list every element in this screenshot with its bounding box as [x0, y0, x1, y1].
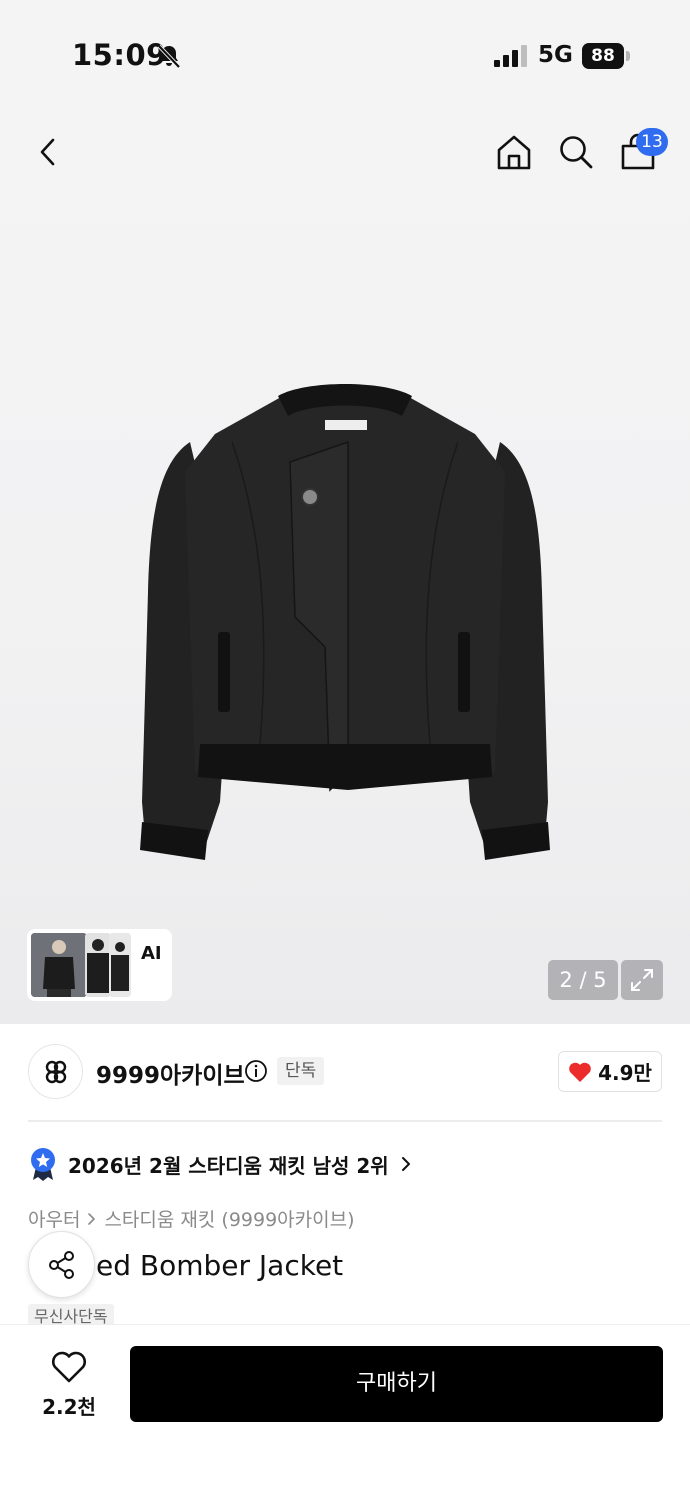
image-counter: 2 / 5	[548, 960, 618, 1000]
info-icon[interactable]	[244, 1059, 268, 1083]
ai-styling-card[interactable]: AI	[27, 929, 172, 1001]
ai-thumbnail	[109, 933, 131, 997]
status-bar: 15:09 5G 88	[0, 0, 690, 110]
brand-like-count: 4.9만	[598, 1061, 652, 1085]
brand-row: 9999아카이브 단독 4.9만	[0, 1040, 690, 1106]
home-icon	[497, 135, 531, 170]
ai-label: AI	[141, 943, 162, 964]
top-nav	[0, 120, 690, 184]
bell-slash-icon	[157, 44, 181, 69]
search-button[interactable]	[552, 128, 600, 176]
ranking-text: 2026년 2월 스타디움 재킷 남성 2위	[68, 1153, 389, 1178]
product-gallery[interactable]: 15:09 5G 88 13 AI 2 / 5	[0, 0, 690, 1024]
expand-button[interactable]	[621, 960, 663, 1000]
home-button[interactable]	[490, 128, 538, 176]
product-title-text: ed Bomber Jacket	[96, 1249, 344, 1282]
chevron-right-icon	[169, 971, 172, 989]
share-button[interactable]	[28, 1231, 95, 1298]
heart-icon	[569, 1062, 591, 1082]
ai-thumbnail	[31, 933, 87, 997]
chevron-right-icon	[88, 1212, 96, 1225]
cart-count-badge: 13	[636, 128, 668, 156]
signal-icon	[494, 45, 527, 67]
breadcrumb-category[interactable]: 아우터	[28, 1205, 80, 1232]
share-icon	[48, 1250, 74, 1279]
brand-logo[interactable]	[28, 1044, 83, 1099]
search-icon	[560, 136, 593, 169]
network-label: 5G	[538, 42, 573, 68]
ai-thumbnail	[85, 933, 111, 997]
back-icon	[40, 138, 55, 166]
breadcrumb: 아우터 스타디움 재킷 (9999아카이브)	[28, 1205, 355, 1232]
wishlist-count: 2.2천	[42, 1395, 96, 1419]
wishlist-button[interactable]: 2.2천	[28, 1347, 110, 1423]
breadcrumb-subcategory[interactable]: 스타디움 재킷 (9999아카이브)	[104, 1205, 354, 1232]
battery-icon: 88	[582, 43, 630, 69]
expand-icon	[631, 969, 653, 991]
badge-star-icon	[31, 1148, 55, 1181]
buy-button[interactable]: 구매하기	[130, 1346, 663, 1422]
divider	[28, 1120, 662, 1122]
brand-name[interactable]: 9999아카이브	[96, 1056, 245, 1090]
heart-outline-icon	[52, 1351, 86, 1383]
product-image[interactable]	[120, 372, 570, 882]
bottom-action-bar: 2.2천 구매하기	[0, 1324, 690, 1500]
brand-logo-mark	[45, 1060, 66, 1083]
chevron-right-icon	[401, 1157, 410, 1171]
ranking-link[interactable]: 2026년 2월 스타디움 재킷 남성 2위	[28, 1146, 413, 1182]
status-time: 15:09	[72, 38, 167, 72]
battery-level: 88	[582, 43, 624, 69]
exclusive-tag: 단독	[277, 1057, 325, 1085]
back-button[interactable]	[24, 128, 72, 176]
brand-like-button[interactable]: 4.9만	[558, 1051, 662, 1092]
